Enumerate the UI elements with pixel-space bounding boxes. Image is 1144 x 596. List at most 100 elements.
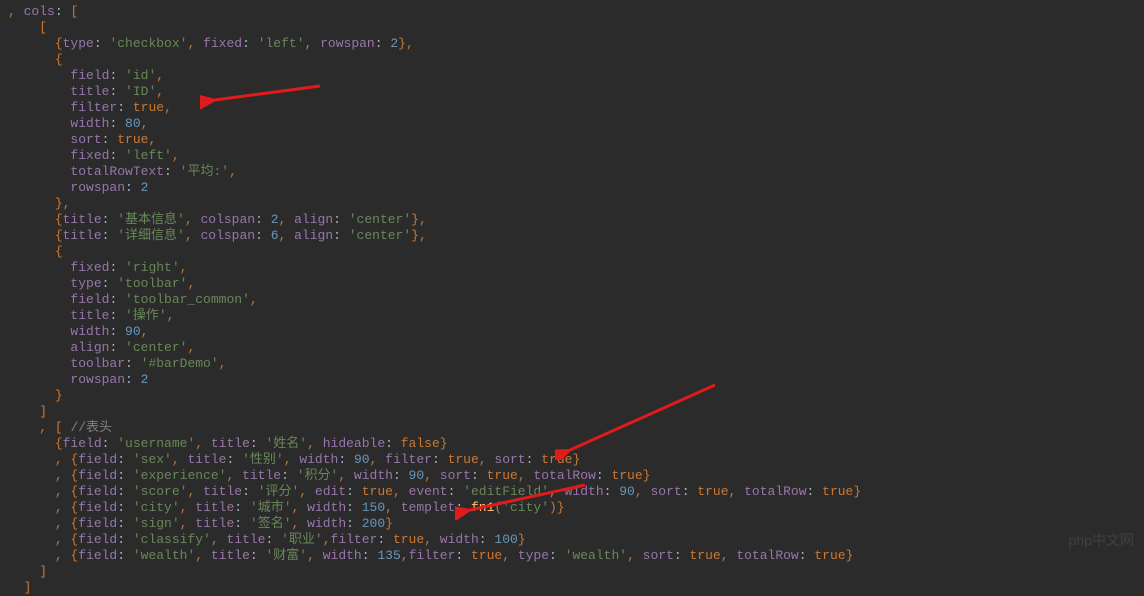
code-token: :	[455, 500, 471, 515]
code-token: //表头	[70, 420, 112, 435]
code-token	[8, 68, 70, 83]
code-line: width: 80,	[8, 116, 1136, 132]
code-token: :	[109, 340, 125, 355]
code-token: title	[195, 516, 234, 531]
code-token: true	[541, 452, 572, 467]
code-token: '#barDemo'	[141, 356, 219, 371]
code-token: :	[432, 452, 448, 467]
code-token: ,	[195, 436, 211, 451]
code-token: :	[242, 484, 258, 499]
code-token: {	[55, 36, 63, 51]
code-token: width	[440, 532, 479, 547]
code-token: , {	[55, 452, 78, 467]
code-token: :	[109, 308, 125, 323]
code-token	[8, 84, 70, 99]
code-token	[8, 180, 70, 195]
code-token: type	[63, 36, 94, 51]
code-token: :	[125, 180, 141, 195]
code-token: ,	[187, 276, 195, 291]
code-editor[interactable]: , cols: [ [ {type: 'checkbox', fixed: 'l…	[8, 4, 1136, 596]
code-token	[8, 468, 55, 483]
code-token: :	[94, 36, 110, 51]
code-token: fn1	[471, 500, 494, 515]
code-token: 200	[362, 516, 385, 531]
code-token: 'sex'	[133, 452, 172, 467]
code-token: totalRow	[744, 484, 806, 499]
code-token	[8, 532, 55, 547]
code-line: , {field: 'score', title: '评分', edit: tr…	[8, 484, 1136, 500]
code-token: :	[455, 548, 471, 563]
code-token: width	[565, 484, 604, 499]
code-token	[8, 36, 55, 51]
code-token: :	[393, 468, 409, 483]
code-token: sort	[650, 484, 681, 499]
code-token: :	[362, 548, 378, 563]
code-token: {	[55, 212, 63, 227]
code-token: :	[596, 468, 612, 483]
code-line: rowspan: 2	[8, 372, 1136, 388]
code-token: ,	[156, 84, 164, 99]
code-line: ]	[8, 564, 1136, 580]
code-token: 'wealth'	[133, 548, 195, 563]
code-token: ,	[323, 532, 331, 547]
code-token: :	[333, 212, 349, 227]
code-token: ,	[549, 484, 565, 499]
code-token: :	[799, 548, 815, 563]
code-token: field	[78, 532, 117, 547]
code-token: :	[234, 516, 250, 531]
code-token	[8, 564, 39, 579]
code-token: sort	[440, 468, 471, 483]
code-token	[8, 516, 55, 531]
code-token: ,	[424, 532, 440, 547]
code-token: ,	[307, 436, 323, 451]
code-token: sort	[70, 132, 101, 147]
code-token	[8, 292, 70, 307]
code-token: align	[294, 228, 333, 243]
code-token: templet	[401, 500, 456, 515]
code-token: :	[117, 548, 133, 563]
code-token: '城市'	[250, 500, 292, 515]
code-token: :	[117, 484, 133, 499]
code-token: :	[109, 68, 125, 83]
code-token: {	[55, 52, 63, 67]
code-token	[8, 132, 70, 147]
code-token: rowspan	[320, 36, 375, 51]
code-line: , {field: 'experience', title: '积分', wid…	[8, 468, 1136, 484]
code-token: }	[643, 468, 651, 483]
code-line: , {field: 'wealth', title: '财富', width: …	[8, 548, 1136, 564]
code-token: :	[346, 516, 362, 531]
code-token: :	[604, 484, 620, 499]
code-line: totalRowText: '平均:',	[8, 164, 1136, 180]
code-line: toolbar: '#barDemo',	[8, 356, 1136, 372]
watermark: php中文网	[1069, 532, 1134, 548]
code-token: 'center'	[125, 340, 187, 355]
code-token: 2	[141, 180, 149, 195]
code-line: type: 'toolbar',	[8, 276, 1136, 292]
code-token: width	[70, 116, 109, 131]
code-token: title	[203, 484, 242, 499]
code-token	[8, 356, 70, 371]
code-line: ]	[8, 404, 1136, 420]
code-line: [	[8, 20, 1136, 36]
code-token: 100	[494, 532, 517, 547]
code-token: :	[333, 228, 349, 243]
code-token: title	[211, 548, 250, 563]
code-token: 6	[271, 228, 279, 243]
code-token	[8, 276, 70, 291]
code-token: true	[393, 532, 424, 547]
code-token: {	[55, 228, 63, 243]
code-token: 150	[362, 500, 385, 515]
code-token: ,	[305, 36, 321, 51]
code-token: :	[55, 4, 71, 19]
code-token: :	[250, 548, 266, 563]
code-line: ]	[8, 580, 1136, 596]
code-token: 'city'	[502, 500, 549, 515]
code-token: true	[487, 468, 518, 483]
code-token: true	[690, 548, 721, 563]
code-token	[8, 452, 55, 467]
code-token: :	[255, 212, 271, 227]
code-token: field	[70, 68, 109, 83]
code-token: width	[299, 452, 338, 467]
code-token: field	[63, 436, 102, 451]
code-token: 135	[377, 548, 400, 563]
